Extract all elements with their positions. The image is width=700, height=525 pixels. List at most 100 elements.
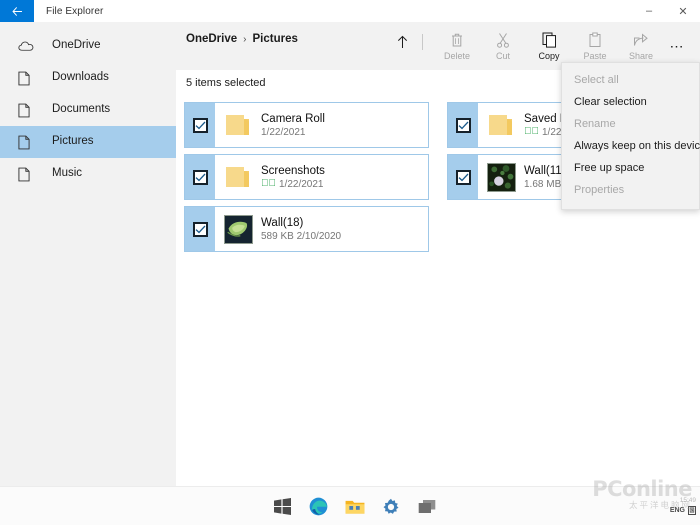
checkbox-checked-icon xyxy=(193,118,208,133)
checkbox-checked-icon xyxy=(193,222,208,237)
checkbox-checked-icon xyxy=(456,118,471,133)
context-menu-item-properties[interactable]: Properties xyxy=(562,179,699,201)
minimize-button[interactable]: – xyxy=(632,0,666,22)
tray-clock[interactable]: 15:49 xyxy=(680,498,696,505)
folder-icon xyxy=(225,166,252,188)
item-meta: 589 KB 2/10/2020 xyxy=(261,231,428,242)
edge-browser-icon[interactable] xyxy=(308,496,329,517)
photo-thumbnail-leaf xyxy=(224,215,253,244)
task-view-icon[interactable] xyxy=(416,496,437,517)
copy-button-label: Copy xyxy=(538,52,559,61)
clipboard-icon xyxy=(588,32,602,49)
tray-language-label: ENG xyxy=(670,507,685,514)
sidebar-item-documents[interactable]: Documents xyxy=(0,94,176,126)
sidebar-item-label: Documents xyxy=(52,104,110,116)
close-button[interactable]: ✕ xyxy=(666,0,700,22)
delete-button[interactable]: Delete xyxy=(434,22,480,70)
sidebar: OneDrive Downloads Documents xyxy=(0,22,176,486)
settings-gear-icon[interactable] xyxy=(380,496,401,517)
item-thumbnail xyxy=(215,155,261,199)
item-text: Wall(18) 589 KB 2/10/2020 xyxy=(261,207,428,251)
item-meta: ✔⃝ 1/22/2021 xyxy=(261,179,428,190)
folder-outline-icon xyxy=(18,69,38,87)
item-text: Screenshots ✔⃝ 1/22/2021 xyxy=(261,155,428,199)
cut-button-label: Cut xyxy=(496,52,510,61)
breadcrumb-separator-icon: › xyxy=(243,34,246,45)
share-button-label: Share xyxy=(629,52,653,61)
sidebar-item-onedrive[interactable]: OneDrive xyxy=(0,30,176,62)
folder-outline-icon xyxy=(18,101,38,119)
list-item[interactable]: Camera Roll 1/22/2021 xyxy=(184,102,429,148)
folder-icon xyxy=(225,114,252,136)
window-controls: – ✕ xyxy=(632,0,700,22)
checkbox-checked-icon xyxy=(193,170,208,185)
item-checkbox[interactable] xyxy=(185,103,215,147)
item-checkbox[interactable] xyxy=(185,207,215,251)
item-thumbnail xyxy=(478,103,524,147)
context-menu-item-rename[interactable]: Rename xyxy=(562,113,699,135)
back-button[interactable] xyxy=(0,0,34,22)
up-arrow-icon xyxy=(396,35,409,49)
item-text: Camera Roll 1/22/2021 xyxy=(261,103,428,147)
tray-language[interactable]: ENG 国 xyxy=(670,506,696,515)
taskbar-icons xyxy=(272,487,437,525)
ime-mode-icon: 国 xyxy=(688,506,696,515)
context-menu-item-clear-selection[interactable]: Clear selection xyxy=(562,91,699,113)
photo-thumbnail-dark xyxy=(487,163,516,192)
item-checkbox[interactable] xyxy=(185,155,215,199)
sidebar-item-music[interactable]: Music xyxy=(0,158,176,190)
context-menu-item-free-up-space[interactable]: Free up space xyxy=(562,157,699,179)
list-item[interactable]: Screenshots ✔⃝ 1/22/2021 xyxy=(184,154,429,200)
item-date: 1/22/2021 xyxy=(261,127,306,138)
breadcrumb: OneDrive › Pictures xyxy=(186,33,298,45)
selection-status-label: 5 items selected xyxy=(186,77,265,89)
item-size-date: 589 KB 2/10/2020 xyxy=(261,231,341,242)
folder-outline-icon xyxy=(18,133,38,151)
sidebar-item-pictures[interactable]: Pictures xyxy=(0,126,176,158)
item-thumbnail xyxy=(215,207,261,251)
item-date: 1/22/2021 xyxy=(279,179,324,190)
context-menu: Select all Clear selection Rename Always… xyxy=(561,62,700,210)
sidebar-item-downloads[interactable]: Downloads xyxy=(0,62,176,94)
item-name: Wall(18) xyxy=(261,217,428,229)
title-bar: File Explorer – ✕ xyxy=(0,0,700,22)
item-checkbox[interactable] xyxy=(448,103,478,147)
sidebar-item-label: Pictures xyxy=(52,136,94,148)
cloud-icon xyxy=(18,37,38,55)
context-menu-item-always-keep-on-this-device[interactable]: Always keep on this device xyxy=(562,135,699,157)
cloud-synced-icon: ✔⃝ xyxy=(524,127,539,137)
copy-icon xyxy=(542,32,557,49)
file-explorer-window: File Explorer – ✕ OneDrive Downloads xyxy=(0,0,700,525)
breadcrumb-root[interactable]: OneDrive xyxy=(186,33,237,45)
taskbar: 15:49 ENG 国 xyxy=(0,486,700,525)
item-name: Screenshots xyxy=(261,165,428,177)
back-arrow-icon xyxy=(11,5,24,18)
item-name: Camera Roll xyxy=(261,113,428,125)
sidebar-item-label: Downloads xyxy=(52,72,109,84)
system-tray: 15:49 ENG 国 xyxy=(670,487,696,525)
item-thumbnail xyxy=(215,103,261,147)
cloud-synced-icon: ✔⃝ xyxy=(261,179,276,189)
windows-start-icon[interactable] xyxy=(272,496,293,517)
item-thumbnail xyxy=(478,155,524,199)
up-button[interactable] xyxy=(388,28,416,56)
list-item[interactable]: Wall(18) 589 KB 2/10/2020 xyxy=(184,206,429,252)
scissors-icon xyxy=(496,32,510,49)
delete-button-label: Delete xyxy=(444,52,470,61)
cut-button[interactable]: Cut xyxy=(480,22,526,70)
sidebar-item-label: OneDrive xyxy=(52,40,101,52)
sidebar-item-label: Music xyxy=(52,168,82,180)
item-checkbox[interactable] xyxy=(448,155,478,199)
folder-outline-icon xyxy=(18,165,38,183)
context-menu-item-select-all[interactable]: Select all xyxy=(562,69,699,91)
checkbox-checked-icon xyxy=(456,170,471,185)
breadcrumb-current[interactable]: Pictures xyxy=(252,33,297,45)
paste-button-label: Paste xyxy=(583,52,606,61)
trash-icon xyxy=(450,32,464,49)
window-title: File Explorer xyxy=(46,6,103,17)
share-icon xyxy=(633,32,649,49)
item-meta: 1/22/2021 xyxy=(261,127,428,138)
file-explorer-icon[interactable] xyxy=(344,496,365,517)
command-divider xyxy=(422,34,423,50)
folder-icon xyxy=(488,114,515,136)
